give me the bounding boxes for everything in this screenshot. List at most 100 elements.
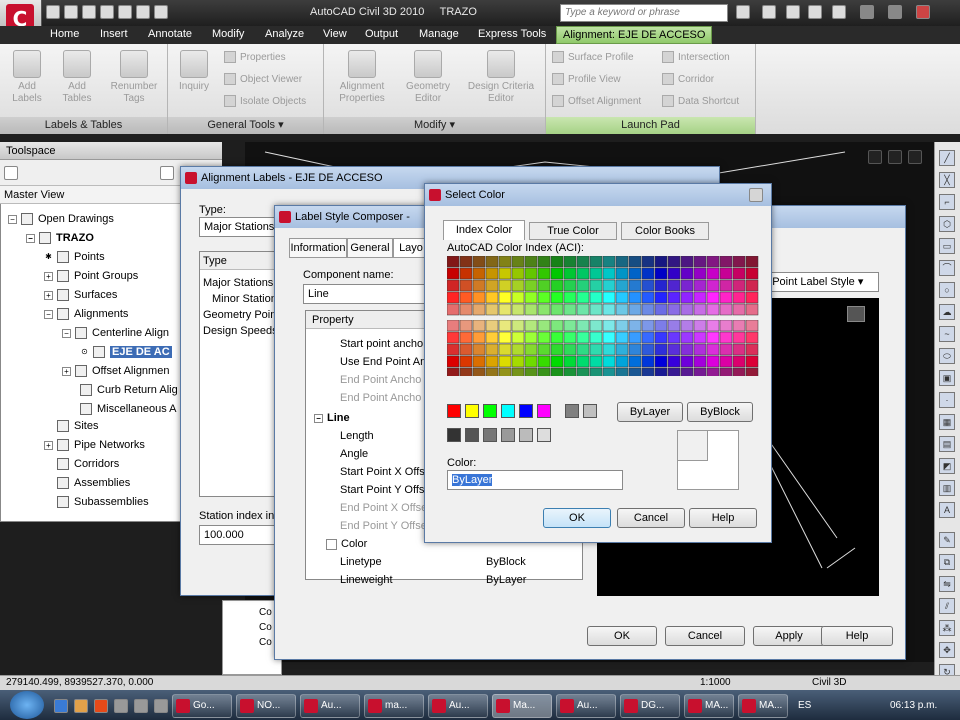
composer-help-button[interactable]: Help — [821, 626, 893, 646]
region-icon[interactable]: ◩ — [939, 458, 955, 474]
aci-swatch[interactable] — [732, 256, 746, 268]
aci-swatch[interactable] — [628, 279, 642, 292]
aci-swatch[interactable] — [447, 320, 460, 332]
composer-apply-button[interactable]: Apply — [753, 626, 825, 646]
aci-swatch[interactable] — [459, 355, 473, 368]
aci-swatch[interactable] — [654, 343, 668, 356]
aci-swatch[interactable] — [719, 320, 733, 332]
aci-swatch[interactable] — [498, 343, 512, 356]
property-row[interactable]: Start Point Y Offs — [340, 481, 424, 499]
aci-swatch[interactable] — [550, 303, 564, 316]
aci-swatch[interactable] — [745, 320, 759, 332]
circle-icon[interactable]: ○ — [939, 282, 955, 298]
design-criteria-editor-button[interactable]: Design Criteria Editor — [464, 50, 538, 105]
aci-swatch[interactable] — [706, 303, 720, 316]
aci-swatch[interactable] — [706, 279, 720, 292]
taskbar-button[interactable]: Au... — [428, 694, 488, 718]
aci-swatch[interactable] — [485, 291, 499, 304]
aci-swatch[interactable] — [628, 267, 642, 280]
language-indicator[interactable]: ES — [798, 700, 811, 711]
aci-swatch[interactable] — [654, 367, 668, 376]
copy-icon[interactable]: ⧉ — [939, 554, 955, 570]
aci-swatch[interactable] — [550, 267, 564, 280]
aci-swatch[interactable] — [732, 320, 746, 332]
aci-swatch[interactable] — [719, 291, 733, 304]
panel-title[interactable]: General Tools ▾ — [168, 117, 323, 134]
aci-swatch[interactable] — [576, 267, 590, 280]
tree-curb-return[interactable]: Curb Return Alig — [80, 381, 178, 399]
app-icon[interactable] — [154, 699, 168, 713]
intersection-button[interactable]: Intersection — [662, 50, 730, 66]
aci-swatch[interactable] — [459, 303, 473, 316]
taskbar-button[interactable]: NO... — [236, 694, 296, 718]
isolate-objects-button[interactable]: Isolate Objects — [224, 94, 306, 110]
tab-annotate[interactable]: Annotate — [142, 26, 198, 44]
taskbar-button-active[interactable]: Ma... — [492, 694, 552, 718]
taskbar-button[interactable]: ma... — [364, 694, 424, 718]
aci-swatch[interactable] — [641, 320, 655, 332]
aci-swatch[interactable] — [485, 303, 499, 316]
color-swatch-magenta[interactable] — [537, 404, 551, 418]
tree-sites[interactable]: Sites — [44, 417, 98, 435]
ellipse-icon[interactable]: ⬭ — [939, 348, 955, 364]
aci-swatch[interactable] — [693, 331, 707, 344]
aci-swatch[interactable] — [641, 256, 655, 268]
aci-swatch[interactable] — [537, 343, 551, 356]
line-icon[interactable]: ╱ — [939, 150, 955, 166]
aci-swatch[interactable] — [459, 320, 473, 332]
property-row[interactable]: Lineweight — [340, 571, 393, 589]
aci-swatch[interactable] — [680, 267, 694, 280]
taskbar-button[interactable]: Au... — [300, 694, 360, 718]
aci-swatch[interactable] — [524, 343, 538, 356]
aci-swatch[interactable] — [680, 303, 694, 316]
aci-swatch[interactable] — [563, 303, 577, 316]
aci-swatch[interactable] — [667, 355, 681, 368]
favorites-icon[interactable] — [808, 5, 822, 19]
command-line[interactable]: Co Co Co — [222, 600, 282, 675]
close-icon[interactable] — [749, 188, 763, 202]
aci-swatch[interactable] — [602, 355, 616, 368]
ie-icon[interactable] — [54, 699, 68, 713]
viewport-close-icon[interactable] — [908, 150, 922, 164]
move-icon[interactable]: ✥ — [939, 642, 955, 658]
aci-swatch[interactable] — [550, 291, 564, 304]
aci-swatch[interactable] — [447, 367, 460, 376]
tree-pipe-networks[interactable]: + Pipe Networks — [44, 436, 145, 454]
aci-swatch[interactable] — [524, 303, 538, 316]
aci-swatch[interactable] — [628, 331, 642, 344]
aci-swatch[interactable] — [472, 367, 486, 376]
aci-swatch[interactable] — [693, 355, 707, 368]
color-swatch-green[interactable] — [483, 404, 497, 418]
composer-cancel-button[interactable]: Cancel — [665, 626, 745, 646]
tab-analyze[interactable]: Analyze — [259, 26, 310, 44]
tab-output[interactable]: Output — [359, 26, 404, 44]
aci-swatch[interactable] — [589, 279, 603, 292]
aci-swatch[interactable] — [459, 267, 473, 280]
aci-swatch[interactable] — [511, 320, 525, 332]
aci-swatch[interactable] — [447, 331, 460, 344]
panel-title[interactable]: Modify ▾ — [324, 117, 545, 134]
aci-swatch[interactable] — [615, 355, 629, 368]
list-item[interactable]: Design Speeds — [203, 322, 278, 340]
color-cancel-button[interactable]: Cancel — [617, 508, 685, 528]
minimize-icon[interactable] — [860, 5, 874, 19]
aci-swatch[interactable] — [745, 279, 759, 292]
gray-swatch[interactable] — [519, 428, 533, 442]
taskbar-button[interactable]: Go... — [172, 694, 232, 718]
aci-swatch[interactable] — [498, 303, 512, 316]
aci-swatch[interactable] — [537, 303, 551, 316]
component-name-select[interactable]: Line — [303, 284, 433, 304]
aci-swatch[interactable] — [524, 331, 538, 344]
aci-swatch[interactable] — [745, 331, 759, 344]
open-icon[interactable] — [64, 5, 78, 19]
aci-swatch[interactable] — [511, 355, 525, 368]
aci-swatch[interactable] — [447, 267, 460, 280]
profile-view-button[interactable]: Profile View — [552, 72, 621, 88]
aci-swatch[interactable] — [537, 320, 551, 332]
aci-swatch[interactable] — [589, 256, 603, 268]
toolspace-search-icon[interactable] — [4, 166, 18, 180]
aci-swatch[interactable] — [641, 279, 655, 292]
property-row[interactable]: Length — [340, 427, 374, 445]
aci-swatch[interactable] — [667, 320, 681, 332]
point-icon[interactable]: · — [939, 392, 955, 408]
